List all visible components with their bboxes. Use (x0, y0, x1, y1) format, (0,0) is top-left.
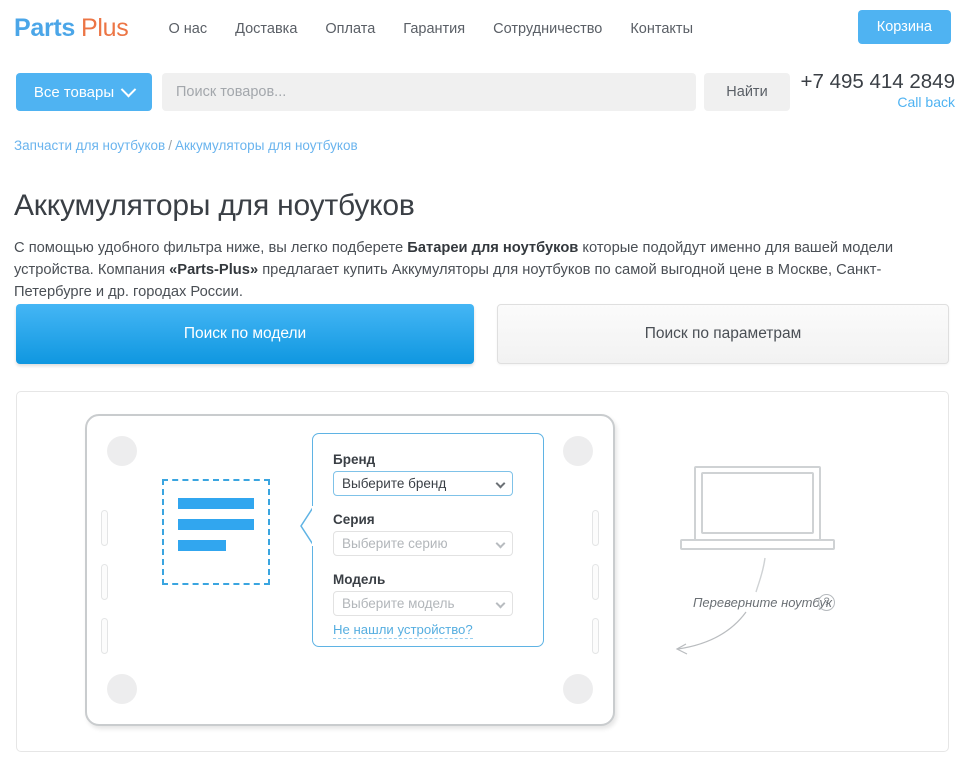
series-select[interactable]: Выберите серию (333, 531, 513, 556)
model-field-label: Модель (333, 572, 385, 587)
nav-item-contacts[interactable]: Контакты (630, 21, 693, 37)
vent-slot-icon (101, 510, 108, 546)
intro-bold-company: «Parts-Plus» (169, 262, 258, 278)
brand-select-value: Выберите бренд (342, 476, 446, 491)
tab-search-by-params[interactable]: Поиск по параметрам (497, 304, 949, 364)
page-root: PartsPlus О нас Доставка Оплата Гарантия… (0, 0, 965, 762)
brand-select[interactable]: Выберите бренд (333, 471, 513, 496)
nav-item-about[interactable]: О нас (168, 21, 207, 37)
flip-laptop-hint: Переверните ноутбук (693, 595, 832, 610)
vent-slot-icon (101, 618, 108, 654)
breadcrumb-separator: / (168, 138, 172, 153)
breadcrumb-item-parts[interactable]: Запчасти для ноутбуков (14, 138, 165, 153)
breadcrumb: Запчасти для ноутбуков/Аккумуляторы для … (14, 138, 358, 153)
screw-icon (563, 436, 593, 466)
brand-field-label: Бренд (333, 452, 375, 467)
call-back-link[interactable]: Call back (801, 94, 955, 111)
model-finder-form: Бренд Выберите бренд Серия Выберите сери… (312, 433, 544, 647)
sticker-line-icon (178, 498, 254, 509)
device-not-found-link[interactable]: Не нашли устройство? (333, 622, 473, 639)
nav-item-delivery[interactable]: Доставка (235, 21, 297, 37)
logo-text-parts: Parts (14, 14, 75, 42)
chevron-down-icon (496, 599, 506, 609)
sticker-line-icon (178, 540, 226, 551)
nav-item-partnership[interactable]: Сотрудничество (493, 21, 602, 37)
chevron-down-icon (121, 81, 137, 97)
page-intro: С помощью удобного фильтра ниже, вы легк… (14, 237, 946, 304)
series-select-value: Выберите серию (342, 536, 448, 551)
screw-icon (563, 674, 593, 704)
chevron-down-icon (496, 539, 506, 549)
search-bar: Все товары Найти +7 495 414 2849 Call ba… (0, 70, 965, 120)
main-nav: О нас Доставка Оплата Гарантия Сотруднич… (168, 21, 721, 37)
screw-icon (107, 674, 137, 704)
tab-search-by-model-label: Поиск по модели (184, 325, 306, 343)
intro-bold-batteries: Батареи для ноутбуков (407, 240, 578, 256)
label-sticker-highlight (162, 479, 270, 585)
vent-slot-icon (101, 564, 108, 600)
phone-number[interactable]: +7 495 414 2849 (801, 70, 955, 94)
model-select[interactable]: Выберите модель (333, 591, 513, 616)
search-input[interactable] (162, 73, 696, 111)
all-goods-dropdown[interactable]: Все товары (16, 73, 152, 111)
find-button[interactable]: Найти (704, 73, 790, 111)
tab-search-by-params-label: Поиск по параметрам (645, 325, 802, 343)
callout-pointer-icon (300, 506, 313, 546)
site-header: PartsPlus О нас Доставка Оплата Гарантия… (0, 0, 965, 57)
vent-slot-icon (592, 564, 599, 600)
page-title: Аккумуляторы для ноутбуков (14, 189, 415, 223)
all-goods-label: Все товары (34, 84, 114, 101)
series-field-label: Серия (333, 512, 375, 527)
phone-block: +7 495 414 2849 Call back (801, 70, 955, 110)
site-logo[interactable]: PartsPlus (14, 16, 128, 41)
chevron-down-icon (496, 479, 506, 489)
screw-icon (107, 436, 137, 466)
help-question-icon[interactable]: ? (818, 594, 835, 611)
cart-button[interactable]: Корзина (858, 10, 951, 44)
tab-search-by-model[interactable]: Поиск по модели (16, 304, 474, 364)
nav-item-warranty[interactable]: Гарантия (403, 21, 465, 37)
nav-item-payment[interactable]: Оплата (325, 21, 375, 37)
laptop-front-illustration (650, 440, 920, 670)
breadcrumb-item-batteries[interactable]: Аккумуляторы для ноутбуков (175, 138, 358, 153)
model-select-value: Выберите модель (342, 596, 454, 611)
vent-slot-icon (592, 510, 599, 546)
logo-text-plus: Plus (81, 14, 128, 42)
vent-slot-icon (592, 618, 599, 654)
intro-part-1: С помощью удобного фильтра ниже, вы легк… (14, 240, 407, 256)
sticker-line-icon (178, 519, 254, 530)
